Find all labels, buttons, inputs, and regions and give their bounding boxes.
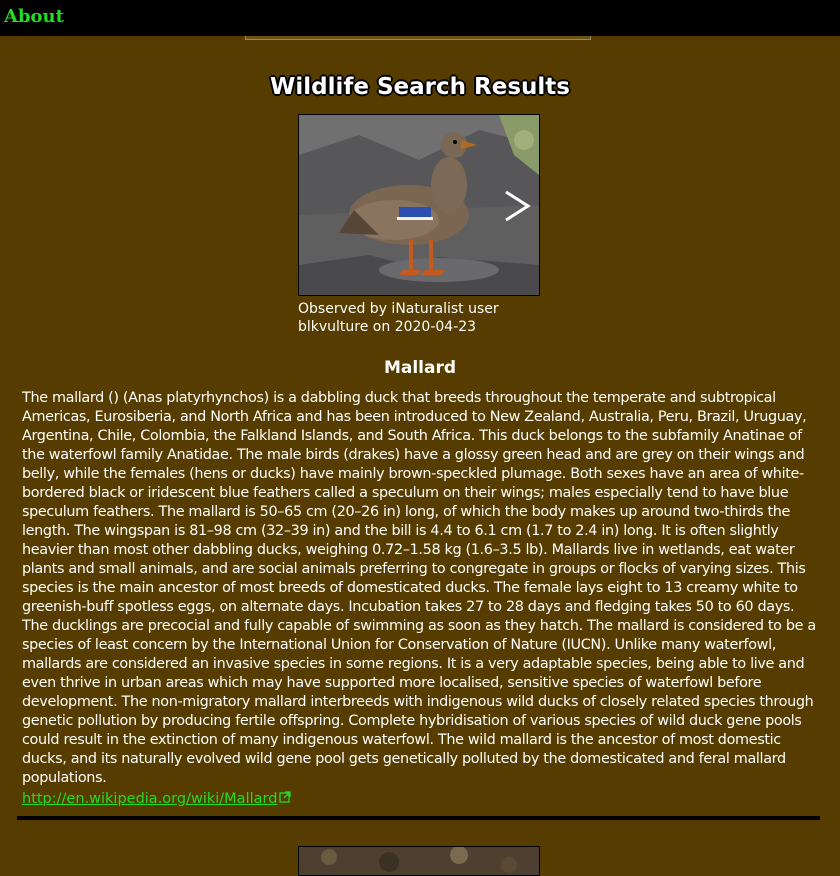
observation-caption: Observed by iNaturalist user blkvulture …	[298, 301, 499, 335]
search-bar-edge[interactable]	[245, 36, 591, 40]
species-name: Mallard	[383, 358, 457, 378]
next-result-photo-image	[299, 847, 539, 875]
result-divider	[17, 816, 820, 820]
nav-about-link[interactable]: About	[4, 6, 64, 27]
page-title: Wildlife Search Results	[270, 74, 570, 100]
external-link-icon	[279, 791, 292, 803]
next-result-photo	[298, 846, 540, 876]
wikipedia-link[interactable]: http://en.wikipedia.org/wiki/Mallard	[22, 791, 292, 807]
next-photo-button[interactable]	[500, 186, 534, 226]
top-nav-bar: About	[0, 0, 840, 36]
chevron-right-icon	[505, 190, 531, 222]
species-description: The mallard () (Anas platyrhynchos) is a…	[22, 390, 816, 786]
wikipedia-link-text: http://en.wikipedia.org/wiki/Mallard	[22, 791, 278, 807]
